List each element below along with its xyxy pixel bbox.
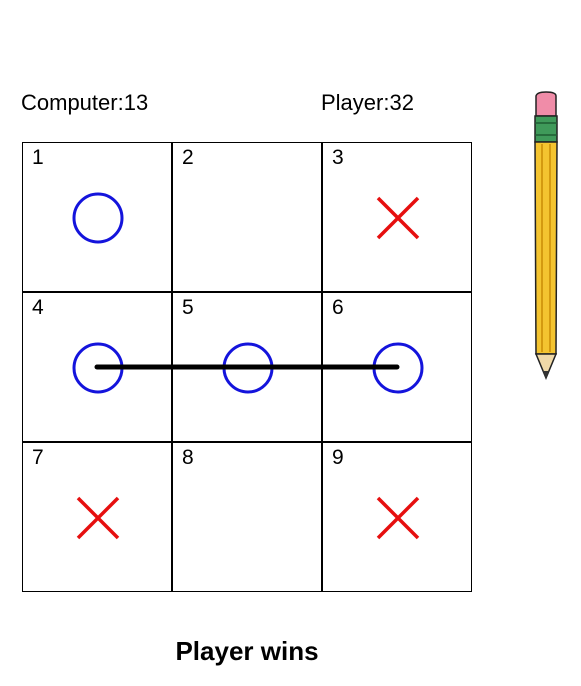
cross-x-icon — [376, 196, 420, 240]
board-cell-2[interactable]: 2 — [172, 142, 322, 292]
cell-number: 6 — [332, 296, 344, 319]
game-board: 1 2 3 4 5 6 7 8 9 — [22, 142, 472, 592]
circle-o-icon — [72, 342, 124, 394]
cross-x-icon — [76, 496, 120, 540]
board-cell-7[interactable]: 7 — [22, 442, 172, 592]
cross-x-icon — [376, 496, 420, 540]
cell-number: 7 — [32, 446, 44, 469]
board-cell-6[interactable]: 6 — [322, 292, 472, 442]
pencil-icon — [534, 91, 558, 380]
board-cell-5[interactable]: 5 — [172, 292, 322, 442]
board-cell-8[interactable]: 8 — [172, 442, 322, 592]
circle-o-icon — [72, 192, 124, 244]
cell-number: 5 — [182, 296, 194, 319]
cell-number: 8 — [182, 446, 194, 469]
game-status: Player wins — [175, 636, 319, 666]
board-cell-4[interactable]: 4 — [22, 292, 172, 442]
cell-number: 3 — [332, 146, 344, 169]
circle-o-icon — [372, 342, 424, 394]
cell-number: 4 — [32, 296, 44, 319]
board-cell-3[interactable]: 3 — [322, 142, 472, 292]
player-score: Player:32 — [321, 90, 414, 115]
board-cell-1[interactable]: 1 — [22, 142, 172, 292]
board-cell-9[interactable]: 9 — [322, 442, 472, 592]
cell-number: 2 — [182, 146, 194, 169]
cell-number: 9 — [332, 446, 344, 469]
cell-number: 1 — [32, 146, 44, 169]
computer-score: Computer:13 — [21, 90, 149, 115]
circle-o-icon — [222, 342, 274, 394]
